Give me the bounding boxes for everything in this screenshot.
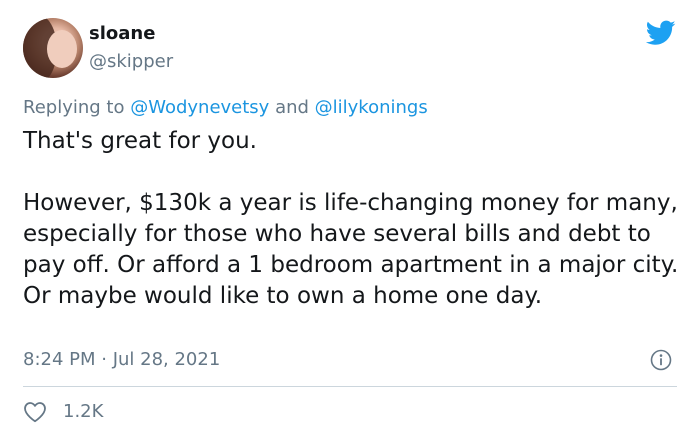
author-handle[interactable]: @skipper	[89, 50, 173, 74]
heart-outline-icon[interactable]	[23, 401, 47, 423]
replying-to-joiner: and	[269, 97, 315, 118]
avatar-face	[47, 30, 77, 68]
info-icon[interactable]	[650, 349, 672, 371]
tweet-card: sloane @skipper Replying to @Wodynevetsy…	[0, 0, 700, 442]
tweet-text: That's great for you. However, $130k a y…	[23, 126, 683, 312]
mention-lilykonings[interactable]: @lilykonings	[315, 97, 428, 118]
replying-to: Replying to @Wodynevetsy and @lilykoning…	[23, 96, 428, 120]
mention-wodynevetsy[interactable]: @Wodynevetsy	[130, 97, 269, 118]
author-display-name[interactable]: sloane	[89, 22, 155, 46]
replying-to-prefix: Replying to	[23, 97, 131, 118]
tweet-timestamp[interactable]: 8:24 PM · Jul 28, 2021	[23, 348, 220, 372]
tweet-text-line-2: However, $130k a year is life-changing m…	[23, 190, 679, 309]
avatar[interactable]	[23, 18, 83, 78]
tweet-text-line-1: That's great for you.	[23, 128, 257, 154]
divider	[23, 386, 677, 387]
twitter-bird-icon[interactable]	[646, 20, 676, 46]
like-count: 1.2K	[63, 401, 104, 422]
